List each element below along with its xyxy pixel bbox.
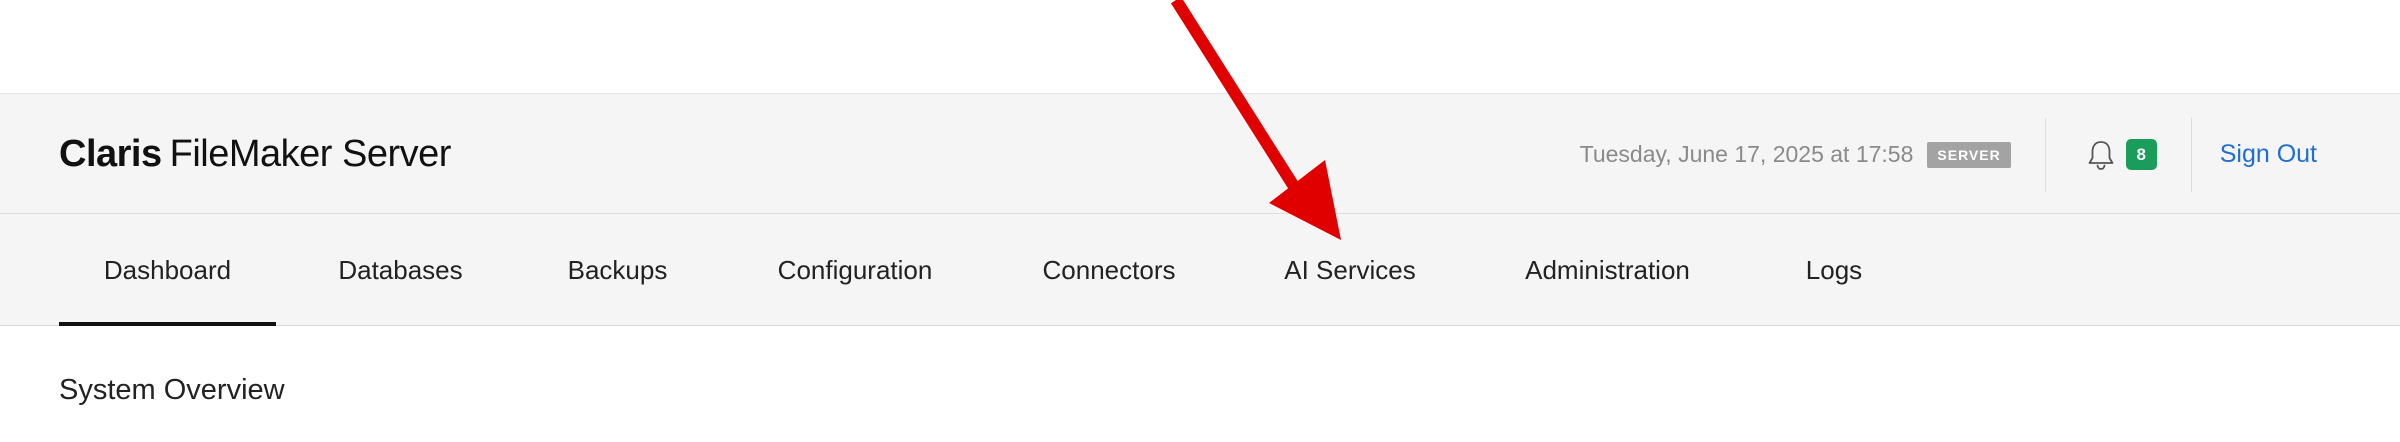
brand-logo: Claris FileMaker Server bbox=[59, 94, 451, 215]
tab-backups[interactable]: Backups bbox=[552, 214, 683, 326]
header-right-group: Tuesday, June 17, 2025 at 17:58 SERVER 8… bbox=[1580, 94, 2400, 215]
notification-count-badge[interactable]: 8 bbox=[2125, 139, 2157, 170]
app-header: Claris FileMaker Server Tuesday, June 17… bbox=[0, 93, 2400, 214]
bell-icon[interactable] bbox=[2084, 138, 2118, 172]
sign-out-link[interactable]: Sign Out bbox=[2220, 140, 2317, 169]
tab-dashboard[interactable]: Dashboard bbox=[59, 214, 276, 326]
tab-logs[interactable]: Logs bbox=[1796, 214, 1872, 326]
tab-configuration[interactable]: Configuration bbox=[761, 214, 949, 326]
filemaker-admin-console: Claris FileMaker Server Tuesday, June 17… bbox=[0, 0, 2400, 442]
tab-administration[interactable]: Administration bbox=[1509, 214, 1706, 326]
brand-name-bold: Claris bbox=[59, 133, 162, 175]
server-timestamp: Tuesday, June 17, 2025 at 17:58 bbox=[1579, 141, 1914, 167]
server-badge: SERVER bbox=[1927, 141, 2011, 168]
main-nav-tabs: Dashboard Databases Backups Configuratio… bbox=[0, 214, 2400, 326]
tab-ai-services[interactable]: AI Services bbox=[1268, 214, 1432, 326]
header-divider bbox=[2044, 117, 2046, 192]
section-title-system-overview: System Overview bbox=[59, 374, 285, 406]
top-whitespace bbox=[0, 0, 2400, 93]
header-divider bbox=[2190, 117, 2192, 192]
bell-icon-graphic bbox=[2088, 140, 2114, 170]
brand-product-name: FileMaker Server bbox=[169, 133, 452, 175]
tab-databases[interactable]: Databases bbox=[320, 214, 481, 326]
tab-connectors[interactable]: Connectors bbox=[1032, 214, 1186, 326]
